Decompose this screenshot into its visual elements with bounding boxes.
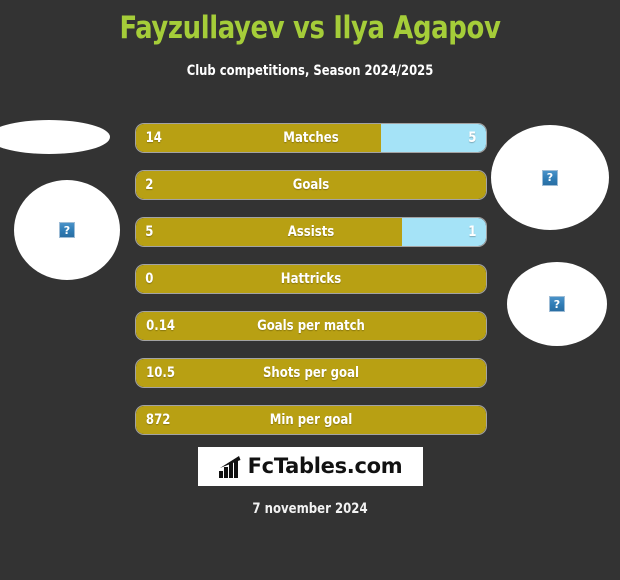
- stat-bar-row: 10.5 Shots per goal: [136, 359, 486, 387]
- stats-bar-list: 14 Matches 5 2 Goals 5 Assists 1 0 Hattricks 0.14 G…: [136, 124, 486, 453]
- stat-bar-home-fill: [136, 312, 486, 340]
- comparison-infographic: Fayzullayev vs Ilya Agapov Club competit…: [0, 0, 620, 580]
- page-title: Fayzullayev vs Ilya Agapov: [119, 10, 501, 46]
- stat-bar-row: 0.14 Goals per match: [136, 312, 486, 340]
- avatar-away-club-logo: ?: [507, 262, 607, 346]
- stat-bar-home-fill: [136, 124, 381, 152]
- broken-image-icon: ?: [542, 169, 558, 186]
- bar-chart-arrow-icon: [218, 455, 241, 478]
- footer-date: 7 november 2024: [252, 501, 368, 517]
- stat-bar-row: 872 Min per goal: [136, 406, 486, 434]
- stat-bar-home-fill: [136, 218, 402, 246]
- stat-bar-home-fill: [136, 406, 486, 434]
- stat-bar-row: 2 Goals: [136, 171, 486, 199]
- stat-bar-row: 14 Matches 5: [136, 124, 486, 152]
- broken-image-icon: ?: [549, 296, 565, 312]
- broken-image-icon: ?: [59, 222, 75, 238]
- avatar-home-player-photo: ?: [14, 180, 120, 280]
- stat-bar-away-fill: [402, 218, 486, 246]
- avatar-away-player-photo: ?: [491, 125, 609, 230]
- stat-bar-home-fill: [136, 171, 486, 199]
- stat-bar-home-fill: [136, 359, 486, 387]
- stat-bar-row: 0 Hattricks: [136, 265, 486, 293]
- page-subtitle: Club competitions, Season 2024/2025: [186, 63, 434, 79]
- avatar-home-club-logo: ?: [0, 120, 110, 154]
- stat-bar-home-fill: [136, 265, 486, 293]
- stat-bar-row: 5 Assists 1: [136, 218, 486, 246]
- stat-bar-away-fill: [381, 124, 486, 152]
- fctables-logo[interactable]: FcTables.com: [198, 447, 423, 486]
- fctables-logo-text: FcTables.com: [247, 454, 403, 478]
